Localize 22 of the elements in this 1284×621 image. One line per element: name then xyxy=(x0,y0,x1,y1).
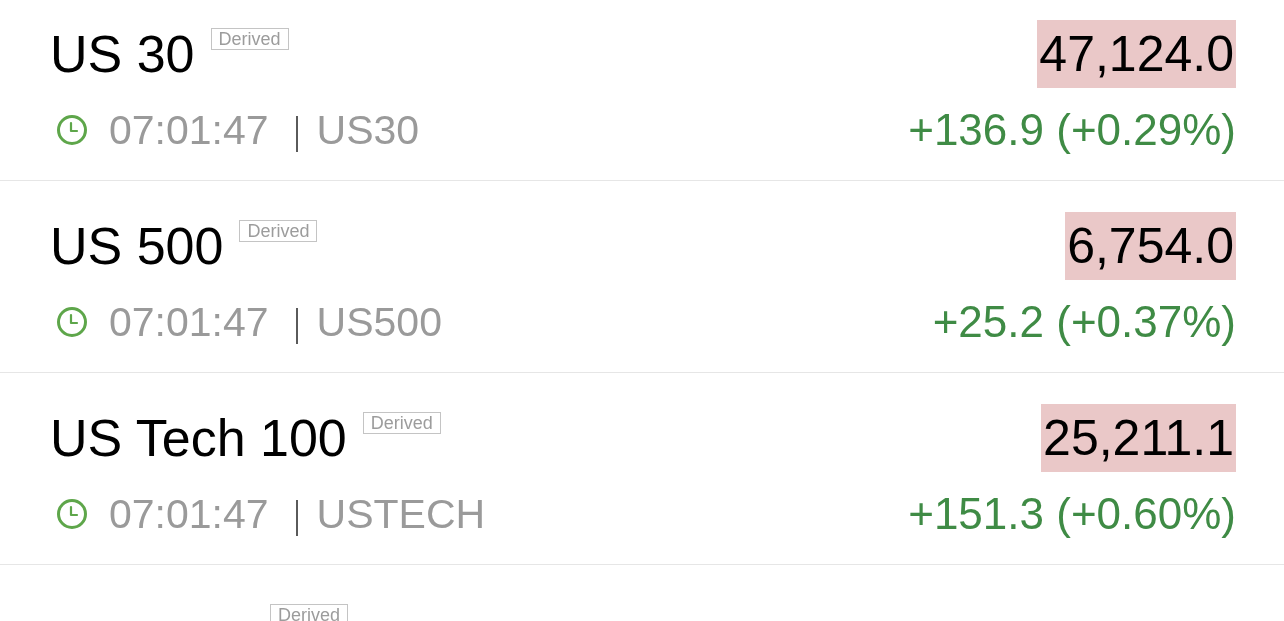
derived-badge: Derived xyxy=(239,220,318,242)
instrument-name: US Tech 100 xyxy=(50,408,347,468)
clock-icon xyxy=(57,307,87,337)
price-change: +136.9 (+0.29%) xyxy=(908,108,1236,152)
derived-badge: Derived xyxy=(210,28,289,50)
symbol-code: USTECH xyxy=(316,492,486,536)
derived-badge: Derived xyxy=(362,412,441,434)
price-value: 47,124.0 xyxy=(1037,20,1236,88)
clock-icon xyxy=(57,499,87,529)
symbol-code: US500 xyxy=(316,300,442,344)
price-value: 25,211.1 xyxy=(1041,404,1236,472)
price-change: +151.3 (+0.60%) xyxy=(908,492,1236,536)
clock-icon xyxy=(57,115,87,145)
instrument-name: US 500 xyxy=(50,216,224,276)
price-value: 6,754.0 xyxy=(1065,212,1236,280)
price-change: +25.2 (+0.37%) xyxy=(932,300,1236,344)
quote-time: 07:01:47 xyxy=(109,108,269,152)
symbol-code: US30 xyxy=(316,108,420,152)
quote-time: 07:01:47 xyxy=(109,492,269,536)
instrument-name: US 30 xyxy=(50,24,195,84)
quote-time: 07:01:47 xyxy=(109,300,269,344)
derived-badge: Derived xyxy=(270,604,349,621)
